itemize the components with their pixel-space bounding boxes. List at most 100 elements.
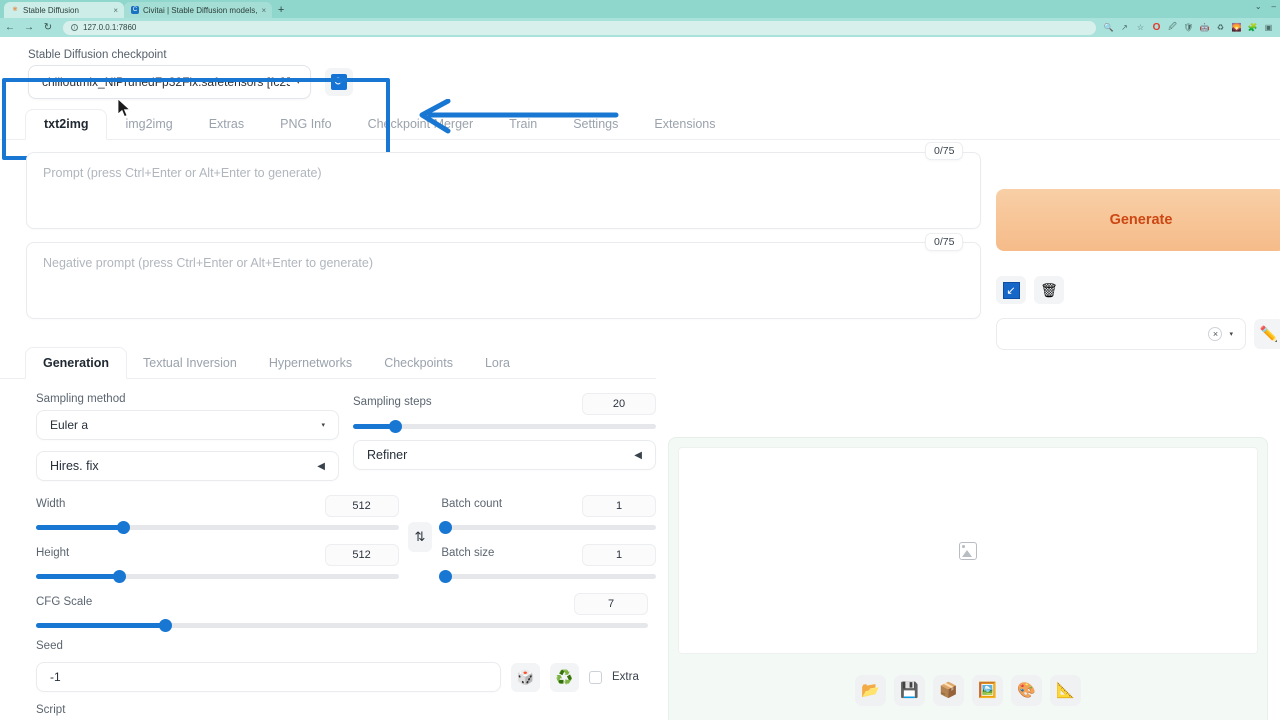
extra-seed-checkbox[interactable] <box>589 670 602 684</box>
shield-icon[interactable]: 🛡 <box>1183 22 1194 33</box>
send-to-inpaint-button[interactable]: 🎨 <box>1011 674 1042 706</box>
site-info-icon[interactable]: i <box>71 24 78 31</box>
image-icon[interactable]: 🌄 <box>1231 22 1242 33</box>
seed-input[interactable]: -1 <box>36 662 501 692</box>
random-seed-button[interactable]: 🎲 <box>511 662 540 692</box>
tab-train[interactable]: Train <box>491 117 555 139</box>
forward-icon[interactable]: → <box>23 22 35 33</box>
tab-hypernetworks[interactable]: Hypernetworks <box>253 356 368 378</box>
width-label: Width <box>36 497 66 510</box>
tab-checkpoint-merger[interactable]: Checkpoint Merger <box>350 117 492 139</box>
clear-prompt-button[interactable]: 🗑 <box>1034 276 1064 304</box>
chevron-down-icon[interactable]: ⌄ <box>1255 2 1262 11</box>
refiner-label: Refiner <box>367 448 408 462</box>
width-slider[interactable] <box>36 521 399 534</box>
negative-prompt-input[interactable]: Negative prompt (press Ctrl+Enter or Alt… <box>26 242 981 319</box>
height-label: Height <box>36 546 70 559</box>
tab-img2img[interactable]: img2img <box>107 117 190 139</box>
swap-dimensions-button[interactable]: ⇅ <box>407 522 433 552</box>
reuse-seed-button[interactable]: ♻️ <box>550 662 579 692</box>
sd-favicon-icon: ❋ <box>12 7 18 13</box>
refresh-icon: ⟳ <box>331 74 347 90</box>
bookmark-star-icon[interactable]: ☆ <box>1135 22 1146 33</box>
refiner-accordion[interactable]: Refiner ◀ <box>353 440 656 470</box>
minimize-icon[interactable]: – <box>1272 2 1276 11</box>
tab-lora[interactable]: Lora <box>469 356 526 378</box>
batch-size-slider[interactable] <box>439 570 656 583</box>
paste-icon: ↙ <box>1002 281 1020 299</box>
browser-tab-strip: ❋ Stable Diffusion × C Civitai | Stable … <box>0 0 1280 18</box>
paste-params-button[interactable]: ↙ <box>996 276 1026 304</box>
opera-icon[interactable]: O <box>1151 22 1162 33</box>
share-icon[interactable]: ↗ <box>1119 22 1130 33</box>
styles-row: × ▾ ✏️ <box>996 318 1280 350</box>
sampling-method-dropdown[interactable]: Euler a ▾ <box>36 410 339 440</box>
tab-extras[interactable]: Extras <box>191 117 262 139</box>
batch-column: Batch count 1 Batch size 1 <box>439 495 656 583</box>
browser-tab-stable-diffusion[interactable]: ❋ Stable Diffusion × <box>4 2 124 18</box>
tab-settings[interactable]: Settings <box>555 117 636 139</box>
chevron-down-icon: ▾ <box>296 79 300 86</box>
gallery-canvas[interactable] <box>678 447 1258 654</box>
seed-label: Seed <box>36 640 63 652</box>
tab-txt2img[interactable]: txt2img <box>25 109 108 140</box>
sidepanel-icon[interactable]: ▣ <box>1263 22 1274 33</box>
zoom-icon[interactable]: 🔍 <box>1103 22 1114 33</box>
reload-icon[interactable]: ↻ <box>42 22 54 33</box>
negative-token-counter: 0/75 <box>925 233 964 251</box>
clear-icon[interactable]: × <box>1208 327 1223 341</box>
cfg-scale-label: CFG Scale <box>36 595 93 608</box>
cfg-scale-input[interactable]: 7 <box>574 593 648 615</box>
send-to-img2img-button[interactable]: 🖼️ <box>972 674 1003 706</box>
browser-extension-icons: 🔍 ↗ ☆ O 🖉 🛡 🤖 ♻ 🌄 🧩 ▣ <box>1103 22 1276 34</box>
height-slider[interactable] <box>36 570 399 583</box>
generate-button[interactable]: Generate <box>996 189 1280 251</box>
chevron-down-icon: ▾ <box>321 422 325 429</box>
width-input[interactable]: 512 <box>324 495 399 517</box>
sampling-method-label: Sampling method <box>36 393 126 405</box>
prompt-input[interactable]: Prompt (press Ctrl+Enter or Alt+Enter to… <box>26 152 981 229</box>
hires-fix-accordion[interactable]: Hires. fix ◀ <box>36 451 339 481</box>
recycle-icon[interactable]: ♻ <box>1215 22 1226 33</box>
image-placeholder-icon <box>959 541 977 560</box>
save-zip-button[interactable]: 📦 <box>933 674 964 706</box>
puzzle-extension-icon[interactable]: 🧩 <box>1247 22 1258 33</box>
browser-tab-civitai[interactable]: C Civitai | Stable Diffusion models, × <box>124 2 273 18</box>
new-tab-button[interactable]: + <box>272 2 290 18</box>
main-tab-bar: txt2img img2img Extras PNG Info Checkpoi… <box>0 109 1280 140</box>
recycle-icon: ♻️ <box>555 668 574 685</box>
tab-checkpoints[interactable]: Checkpoints <box>368 356 469 378</box>
url-text: 127.0.0.1:7860 <box>83 23 137 32</box>
gallery-toolbar: 📂 💾 📦 🖼️ 🎨 📐 <box>669 654 1267 720</box>
height-input[interactable]: 512 <box>324 544 399 566</box>
android-icon[interactable]: 🤖 <box>1199 22 1210 33</box>
checkpoint-dropdown[interactable]: chilloutmix_NiPrunedFp32Fix.safetensors … <box>28 65 311 99</box>
tab-png-info[interactable]: PNG Info <box>262 117 349 139</box>
refresh-checkpoints-button[interactable]: ⟳ <box>325 68 353 96</box>
close-icon[interactable]: × <box>261 6 266 15</box>
address-bar[interactable]: i 127.0.0.1:7860 <box>63 20 1096 35</box>
cfg-scale-slider[interactable] <box>36 619 648 632</box>
batch-count-slider[interactable] <box>439 521 656 534</box>
sampling-steps-input[interactable]: 20 <box>582 393 656 415</box>
tab-generation[interactable]: Generation <box>25 347 127 379</box>
picture-icon: 🖼️ <box>978 682 997 699</box>
back-icon[interactable]: ← <box>4 22 16 33</box>
open-folder-button[interactable]: 📂 <box>855 674 886 706</box>
styles-dropdown[interactable]: × ▾ <box>996 318 1246 350</box>
send-to-extras-button[interactable]: 📐 <box>1050 674 1081 706</box>
pen-icon[interactable]: 🖉 <box>1167 22 1178 33</box>
tab-textual-inversion[interactable]: Textual Inversion <box>127 356 253 378</box>
sampler-row: Sampling method Euler a ▾ Hires. fix ◀ S… <box>36 393 656 481</box>
batch-count-input[interactable]: 1 <box>582 495 656 517</box>
sampling-steps-slider[interactable] <box>353 420 656 433</box>
dice-icon: 🎲 <box>516 668 535 685</box>
save-button[interactable]: 💾 <box>894 674 925 706</box>
package-icon: 📦 <box>939 682 958 699</box>
close-icon[interactable]: × <box>113 6 118 15</box>
edit-styles-button[interactable]: ✏️ <box>1254 319 1280 349</box>
tab-extensions[interactable]: Extensions <box>636 117 733 139</box>
batch-size-input[interactable]: 1 <box>582 544 656 566</box>
checkpoint-value: chilloutmix_NiPrunedFp32Fix.safetensors … <box>42 75 291 89</box>
webui-page: Stable Diffusion checkpoint chilloutmix_… <box>0 37 1280 720</box>
